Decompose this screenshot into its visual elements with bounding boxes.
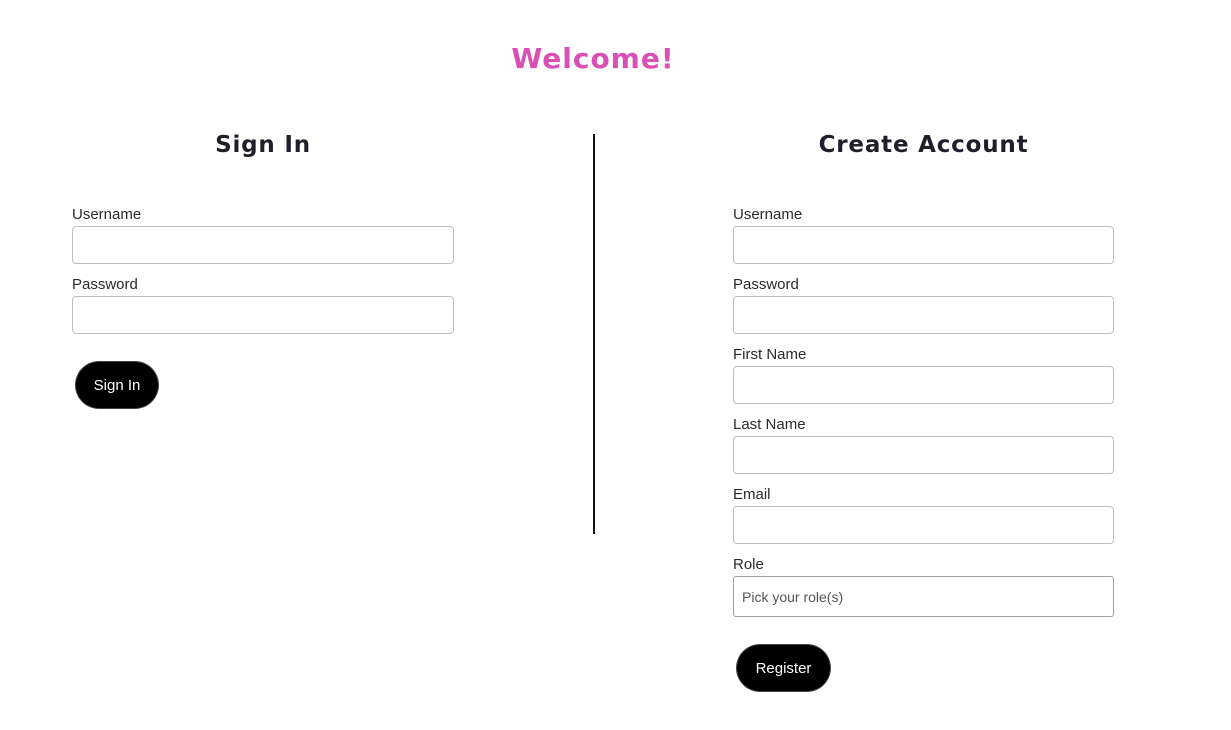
register-button[interactable]: Register <box>737 645 830 691</box>
sign-in-username-label: Username <box>72 206 142 223</box>
last-name-input[interactable] <box>733 436 1114 474</box>
first-name-label: First Name <box>733 346 807 363</box>
page-title: Welcome! <box>511 42 675 75</box>
sign-in-button[interactable]: Sign In <box>76 362 158 408</box>
sign-in-title: Sign In <box>215 132 311 158</box>
email-input[interactable] <box>733 506 1114 544</box>
sign-in-username-input[interactable] <box>72 226 454 264</box>
register-username-label: Username <box>733 206 803 223</box>
role-select[interactable]: Pick your role(s) <box>733 576 1114 617</box>
register-password-input[interactable] <box>733 296 1114 334</box>
email-label: Email <box>733 486 771 503</box>
auth-page: Welcome! Sign In Username Password Sign … <box>0 0 1231 730</box>
role-label: Role <box>733 556 764 573</box>
sign-in-password-label: Password <box>72 276 138 293</box>
panel-divider <box>593 134 595 534</box>
last-name-label: Last Name <box>733 416 806 433</box>
role-placeholder: Pick your role(s) <box>742 588 844 605</box>
sign-in-password-input[interactable] <box>72 296 454 334</box>
register-password-label: Password <box>733 276 799 293</box>
create-account-title: Create Account <box>818 132 1029 158</box>
register-username-input[interactable] <box>733 226 1114 264</box>
first-name-input[interactable] <box>733 366 1114 404</box>
